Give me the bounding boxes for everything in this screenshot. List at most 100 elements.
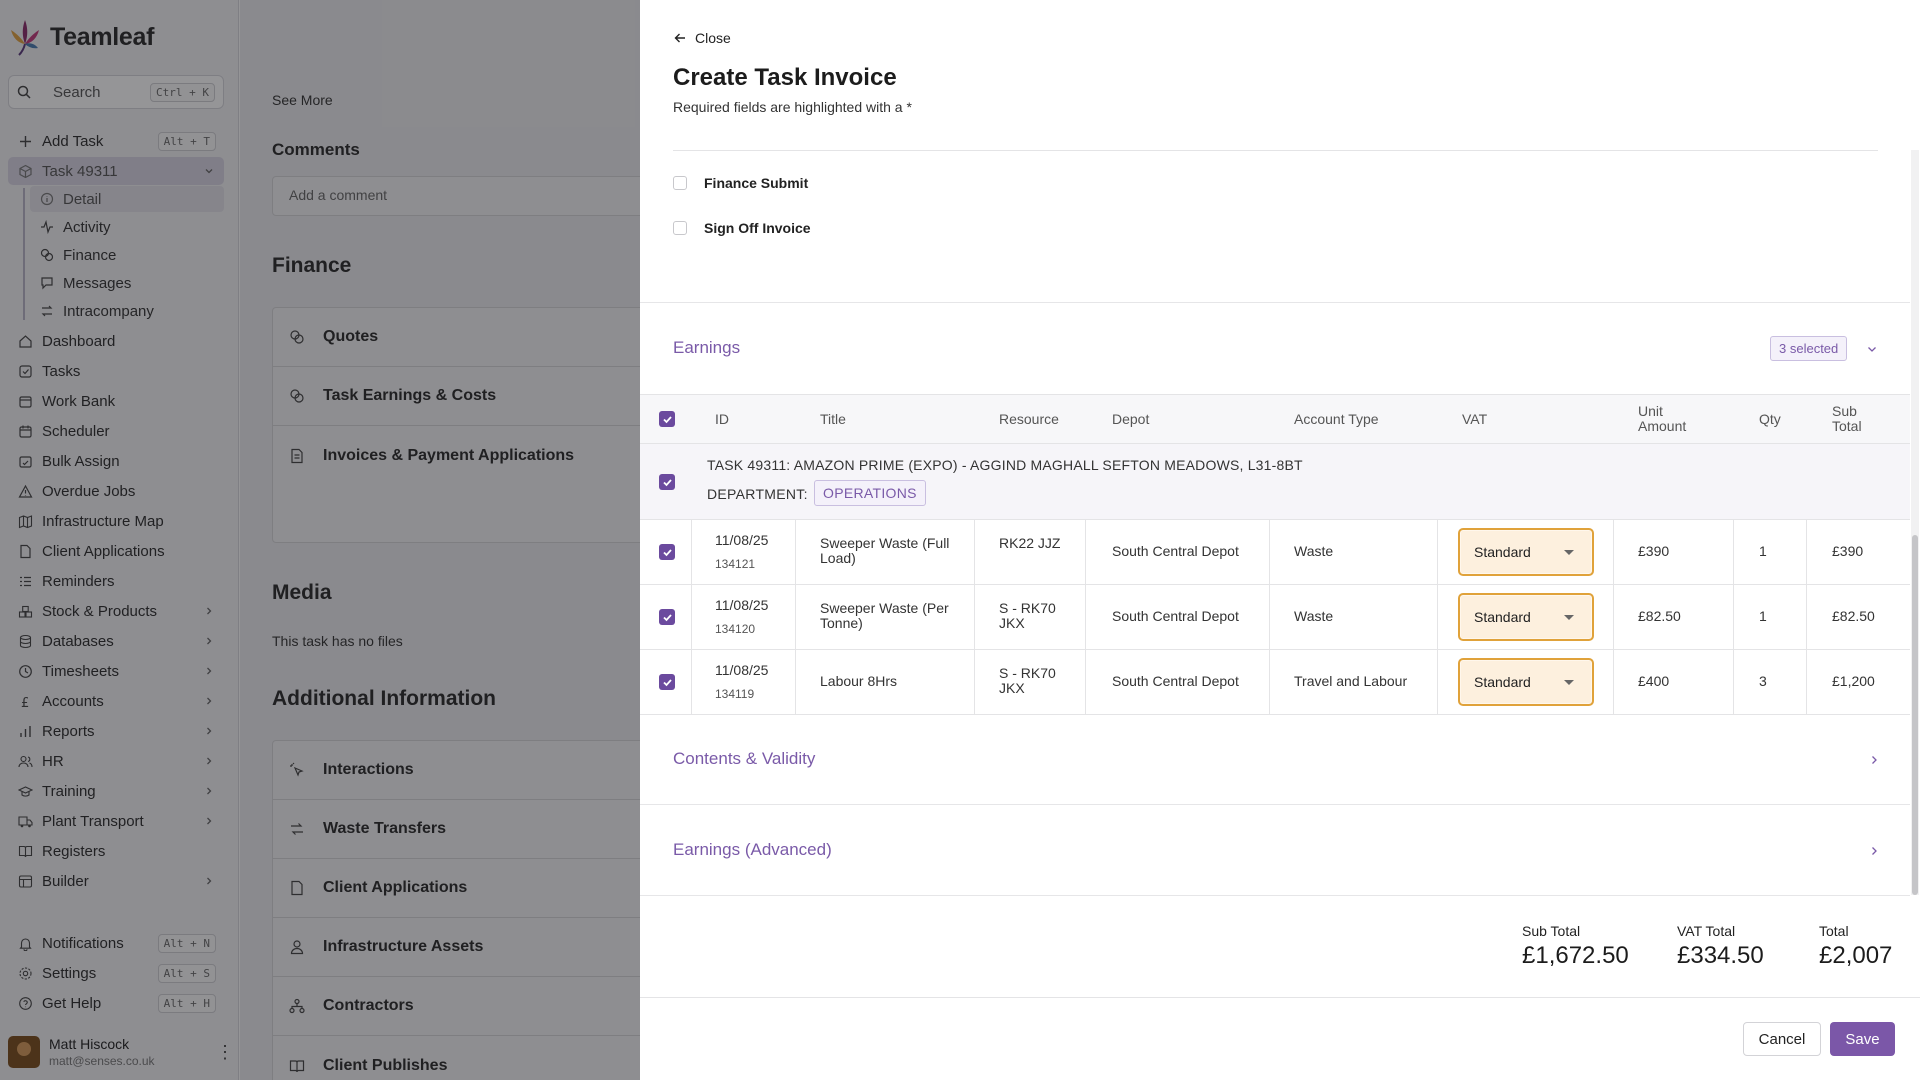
row-title: Sweeper Waste (Full Load) [820, 535, 950, 566]
row-date: 11/08/25 [715, 532, 769, 548]
cancel-button[interactable]: Cancel [1743, 1022, 1821, 1056]
column-header-depot[interactable]: Depot [1112, 412, 1149, 427]
column-header-vat[interactable]: VAT [1462, 412, 1487, 427]
contents-validity-section[interactable]: Contents & Validity [673, 749, 815, 769]
row-checkbox[interactable] [659, 674, 675, 690]
row-subtotal: £390 [1832, 543, 1864, 559]
row-account-type: Travel and Labour [1294, 673, 1408, 689]
grand-total: Total £2,007 [1819, 923, 1892, 970]
create-invoice-drawer: Close Create Task Invoice Required field… [640, 0, 1920, 1080]
row-checkbox[interactable] [659, 544, 675, 560]
vat-select[interactable]: Standard [1458, 658, 1594, 706]
row-qty: 1 [1759, 543, 1767, 559]
table-row[interactable]: 11/08/25 134119 Labour 8Hrs S - RK70 JKX… [640, 650, 1910, 715]
selected-count-badge[interactable]: 3 selected [1770, 336, 1848, 361]
modal-overlay[interactable] [0, 0, 640, 1080]
row-unit-amount: £390 [1638, 543, 1670, 559]
column-header-resource[interactable]: Resource [999, 412, 1059, 427]
row-id: 134119 [715, 687, 755, 701]
row-qty: 3 [1759, 673, 1767, 689]
divider [640, 804, 1910, 805]
row-date: 11/08/25 [715, 597, 769, 613]
row-unit-amount: £82.50 [1638, 608, 1681, 624]
column-header-id[interactable]: ID [715, 412, 729, 427]
row-depot: South Central Depot [1112, 543, 1239, 559]
department-label: DEPARTMENT: [707, 486, 808, 502]
close-button[interactable]: Close [673, 30, 731, 46]
finance-submit-row[interactable]: Finance Submit [673, 175, 808, 191]
arrow-left-icon [674, 33, 685, 43]
row-resource: S - RK70 JKX [999, 600, 1056, 631]
row-title: Sweeper Waste (Per Tonne) [820, 600, 949, 631]
table-row[interactable]: 11/08/25 134121 Sweeper Waste (Full Load… [640, 520, 1910, 585]
row-account-type: Waste [1294, 543, 1334, 559]
earnings-section-title[interactable]: Earnings [673, 338, 740, 358]
column-header-unit-amount[interactable]: Unit Amount [1638, 404, 1698, 434]
row-title: Labour 8Hrs [820, 673, 898, 689]
divider [673, 150, 1878, 151]
chevron-right-icon[interactable] [1868, 845, 1880, 857]
earnings-advanced-section[interactable]: Earnings (Advanced) [673, 840, 832, 860]
vat-select[interactable]: Standard [1458, 528, 1594, 576]
row-subtotal: £1,200 [1832, 673, 1875, 689]
department-badge: OPERATIONS [814, 480, 926, 506]
sign-off-label: Sign Off Invoice [704, 220, 811, 236]
caret-down-icon [1564, 680, 1574, 685]
row-depot: South Central Depot [1112, 673, 1239, 689]
caret-down-icon [1564, 615, 1574, 620]
row-checkbox[interactable] [659, 609, 675, 625]
check-icon [662, 613, 672, 621]
row-subtotal: £82.50 [1832, 608, 1875, 624]
chevron-down-icon[interactable] [1866, 343, 1878, 355]
divider [640, 895, 1910, 896]
task-group-row: TASK 49311: AMAZON PRIME (EXPO) - AGGIND… [640, 444, 1910, 520]
row-account-type: Waste [1294, 608, 1334, 624]
chevron-right-icon[interactable] [1868, 754, 1880, 766]
check-icon [662, 415, 672, 423]
vat-select-value: Standard [1474, 674, 1531, 690]
row-resource: S - RK70 JKX [999, 665, 1056, 696]
column-header-qty[interactable]: Qty [1759, 412, 1781, 427]
column-header-title[interactable]: Title [820, 412, 846, 427]
vat-total-label: VAT Total [1677, 923, 1736, 939]
sub-total-label: Sub Total [1522, 923, 1581, 939]
row-id: 134121 [715, 557, 756, 571]
drawer-title: Create Task Invoice [673, 64, 897, 91]
column-header-account-type[interactable]: Account Type [1294, 412, 1379, 427]
row-resource: RK22 JJZ [999, 535, 1061, 551]
sub-total: Sub Total £1,672.50 [1522, 923, 1629, 970]
scrollbar-thumb[interactable] [1912, 535, 1918, 895]
divider [640, 302, 1910, 303]
grand-total-label: Total [1819, 923, 1849, 939]
row-qty: 1 [1759, 608, 1767, 624]
task-group-title: TASK 49311: AMAZON PRIME (EXPO) - AGGIND… [707, 457, 1303, 473]
table-row[interactable]: 11/08/25 134120 Sweeper Waste (Per Tonne… [640, 585, 1910, 650]
check-icon [662, 678, 672, 686]
sign-off-checkbox[interactable] [673, 221, 687, 235]
save-button[interactable]: Save [1830, 1022, 1895, 1056]
vat-select[interactable]: Standard [1458, 593, 1594, 641]
row-unit-amount: £400 [1638, 673, 1670, 689]
group-checkbox[interactable] [659, 474, 675, 490]
drawer-subtitle: Required fields are highlighted with a * [673, 99, 912, 115]
finance-submit-checkbox[interactable] [673, 176, 687, 190]
row-id: 134120 [715, 622, 756, 636]
row-date: 11/08/25 [715, 662, 769, 678]
vat-select-value: Standard [1474, 609, 1531, 625]
vat-total-value: £334.50 [1677, 942, 1764, 969]
finance-submit-label: Finance Submit [704, 175, 809, 191]
check-icon [662, 548, 672, 556]
column-header-sub-total[interactable]: Sub Total [1832, 404, 1872, 434]
sign-off-row[interactable]: Sign Off Invoice [673, 220, 811, 236]
grand-total-value: £2,007 [1819, 942, 1893, 969]
earnings-table-header: ID Title Resource Depot Account Type VAT… [640, 394, 1910, 444]
row-depot: South Central Depot [1112, 608, 1239, 624]
vat-select-value: Standard [1474, 544, 1531, 560]
divider [640, 997, 1920, 998]
select-all-checkbox[interactable] [659, 411, 675, 427]
check-icon [662, 478, 672, 486]
vat-total: VAT Total £334.50 [1677, 923, 1764, 970]
sub-total-value: £1,672.50 [1522, 942, 1629, 969]
caret-down-icon [1564, 550, 1574, 555]
close-label: Close [695, 30, 731, 46]
